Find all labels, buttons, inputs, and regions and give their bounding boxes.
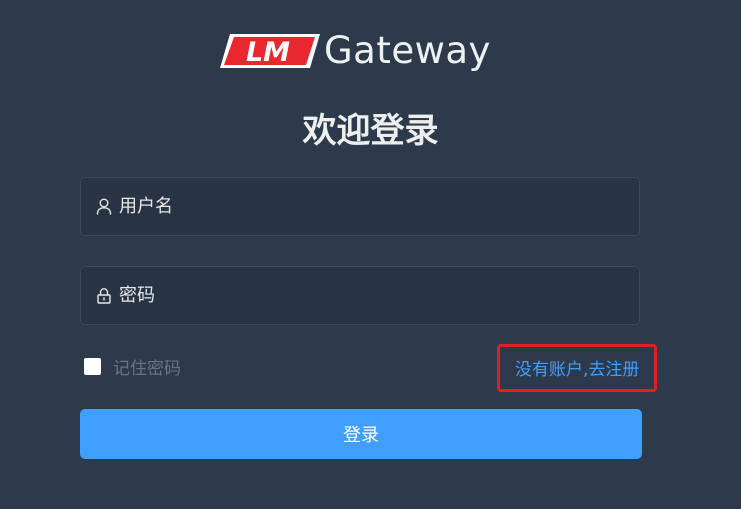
register-link[interactable]: 没有账户,去注册	[515, 355, 639, 380]
password-field[interactable]	[80, 266, 640, 325]
logo-badge-text: LM	[246, 37, 290, 68]
user-icon	[95, 198, 113, 216]
password-input[interactable]	[119, 267, 639, 324]
lock-icon	[95, 287, 113, 305]
remember-label: 记住密码	[113, 359, 181, 379]
logo-badge: LM	[220, 34, 320, 68]
page-title: 欢迎登录	[302, 111, 439, 151]
remember-checkbox[interactable]	[84, 358, 101, 375]
remember-password[interactable]: 记住密码	[84, 354, 181, 379]
login-button[interactable]: 登录	[80, 409, 642, 459]
login-page: LM Gateway 欢迎登录 记住密码 没有账户,去注册 登录	[0, 0, 741, 509]
logo-name: Gateway	[324, 29, 491, 72]
username-input[interactable]	[119, 178, 639, 235]
logo: LM Gateway	[220, 30, 491, 72]
username-field[interactable]	[80, 177, 640, 236]
